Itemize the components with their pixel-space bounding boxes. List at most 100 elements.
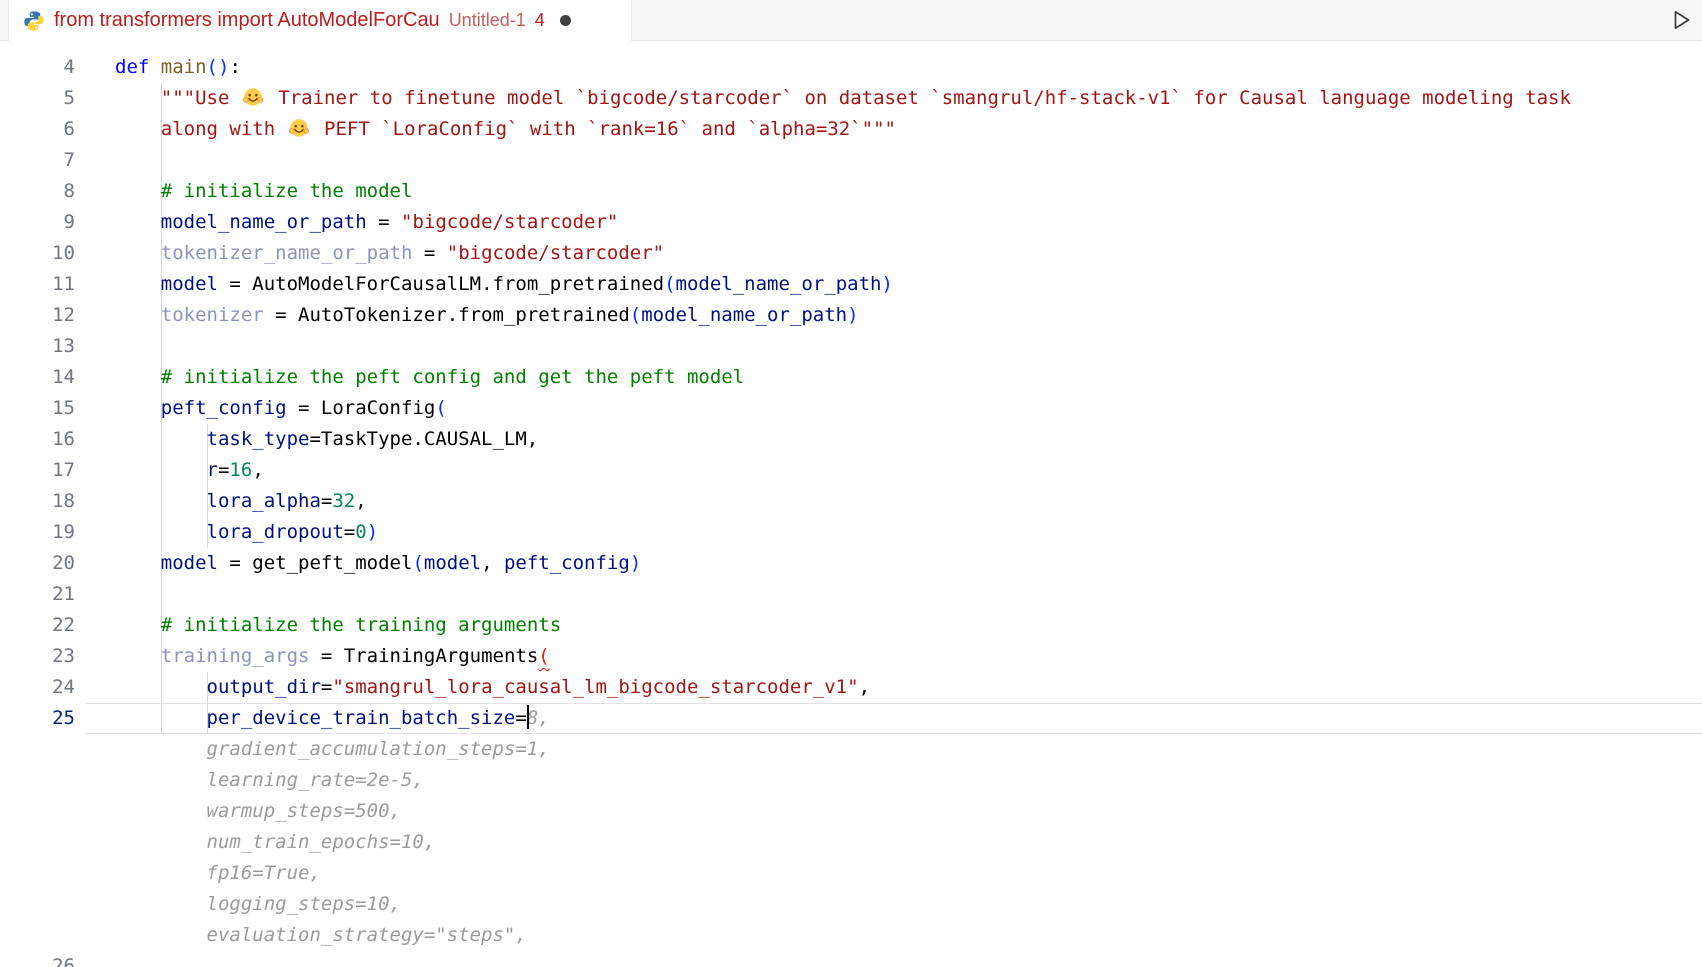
run-button[interactable] [1666,5,1696,35]
code-token: ( [435,397,446,419]
line-number: 5 [0,83,75,114]
code-line[interactable]: 19 lora_dropout=0) [0,517,1702,548]
code-line[interactable]: evaluation_strategy="steps", [0,920,1702,951]
code-token: "bigcode/starcoder" [401,211,618,233]
code-text: along with PEFT `LoraConfig` with `rank=… [75,114,896,145]
code-token: fp16=True, [115,862,321,884]
code-line[interactable]: 20 model = get_peft_model(model, peft_co… [0,548,1702,579]
code-line[interactable]: learning_rate=2e-5, [0,765,1702,796]
code-line[interactable]: fp16=True, [0,858,1702,889]
code-text: lora_dropout=0) [75,517,378,548]
unsaved-changes-dot[interactable] [560,15,571,26]
line-number: 11 [0,269,75,300]
code-line[interactable]: 7 [0,145,1702,176]
code-token [115,490,207,512]
code-token: = [515,707,526,729]
code-line[interactable]: 26 [0,951,1702,967]
code-line[interactable]: 15 peft_config = LoraConfig( [0,393,1702,424]
line-number: 9 [0,207,75,238]
code-line[interactable]: 6 along with PEFT `LoraConfig` with `ran… [0,114,1702,145]
code-text: # initialize the training arguments [75,610,561,641]
code-text: peft_config = LoraConfig( [75,393,447,424]
code-line[interactable]: 10 tokenizer_name_or_path = "bigcode/sta… [0,238,1702,269]
code-line[interactable]: 21 [0,579,1702,610]
code-text: output_dir="smangrul_lora_causal_lm_bigc… [75,672,870,703]
code-token: , [355,490,366,512]
code-text [75,951,115,967]
code-line[interactable]: 18 lora_alpha=32, [0,486,1702,517]
line-number: 4 [0,52,75,83]
code-token: ( [630,304,641,326]
line-number: 6 [0,114,75,145]
code-token: 8, [527,707,550,729]
code-line[interactable]: 13 [0,331,1702,362]
code-line[interactable]: 5 """Use Trainer to finetune model `bigc… [0,83,1702,114]
code-line[interactable]: logging_steps=10, [0,889,1702,920]
line-number [0,920,75,951]
code-token: ( [664,273,675,295]
code-token [115,242,161,264]
code-token: 0 [355,521,366,543]
tab-bar-rest [632,0,1702,40]
code-token: r [207,459,218,481]
code-line[interactable]: 22 # initialize the training arguments [0,610,1702,641]
code-token: """Use [115,87,241,109]
code-token: # initialize the training arguments [161,614,561,636]
line-number: 23 [0,641,75,672]
code-line[interactable]: 23 training_args = TrainingArguments( [0,641,1702,672]
code-token: task_type [207,428,310,450]
hugging-face-emoji [288,117,310,139]
code-line[interactable]: gradient_accumulation_steps=1, [0,734,1702,765]
code-text [75,579,115,610]
code-token: 32 [332,490,355,512]
line-number [0,858,75,889]
code-text: tokenizer = AutoTokenizer.from_pretraine… [75,300,859,331]
code-line[interactable]: 25 per_device_train_batch_size=8, [0,703,1702,734]
line-number [0,734,75,765]
code-token: = get_peft_model [218,552,412,574]
indent-guide [161,579,162,610]
code-token: , [252,459,263,481]
code-line[interactable]: 9 model_name_or_path = "bigcode/starcode… [0,207,1702,238]
line-number: 20 [0,548,75,579]
code-line[interactable]: num_train_epochs=10, [0,827,1702,858]
code-token [115,707,207,729]
code-token: = AutoModelForCausalLM.from_pretrained [218,273,664,295]
code-token [115,676,207,698]
code-text: task_type=TaskType.CAUSAL_LM, [75,424,538,455]
code-token: model_name_or_path [641,304,847,326]
code-token: : [229,56,240,78]
code-token [149,56,160,78]
code-line[interactable]: 8 # initialize the model [0,176,1702,207]
code-line[interactable]: warmup_steps=500, [0,796,1702,827]
code-token: ( [412,552,423,574]
code-line[interactable]: 17 r=16, [0,455,1702,486]
code-line[interactable]: 16 task_type=TaskType.CAUSAL_LM, [0,424,1702,455]
line-number: 21 [0,579,75,610]
code-text: model_name_or_path = "bigcode/starcoder" [75,207,618,238]
code-token [115,397,161,419]
code-token: PEFT `LoraConfig` with `rank=16` and `al… [313,118,896,140]
code-line[interactable]: 12 tokenizer = AutoTokenizer.from_pretra… [0,300,1702,331]
code-token: ) [881,273,892,295]
code-line[interactable]: 14 # initialize the peft config and get … [0,362,1702,393]
hugging-face-emoji [242,86,264,108]
code-token [115,366,161,388]
line-number: 26 [0,951,75,967]
code-token: training_args [161,645,310,667]
editor-tab[interactable]: from transformers import AutoModelForCau… [8,0,632,41]
play-icon [1669,8,1693,32]
line-number: 16 [0,424,75,455]
line-number [0,765,75,796]
code-token: = TrainingArguments [309,645,538,667]
code-line[interactable]: 24 output_dir="smangrul_lora_causal_lm_b… [0,672,1702,703]
code-token: Trainer to finetune model `bigcode/starc… [267,87,1571,109]
code-token [115,614,161,636]
code-token: logging_steps=10, [115,893,401,915]
code-line[interactable]: 11 model = AutoModelForCausalLM.from_pre… [0,269,1702,300]
editor[interactable]: 4def main():5 """Use Trainer to finetune… [0,41,1702,967]
code-token: num_train_epochs=10, [115,831,435,853]
indent-guide [161,145,162,176]
code-token [115,211,161,233]
code-line[interactable]: 4def main(): [0,52,1702,83]
